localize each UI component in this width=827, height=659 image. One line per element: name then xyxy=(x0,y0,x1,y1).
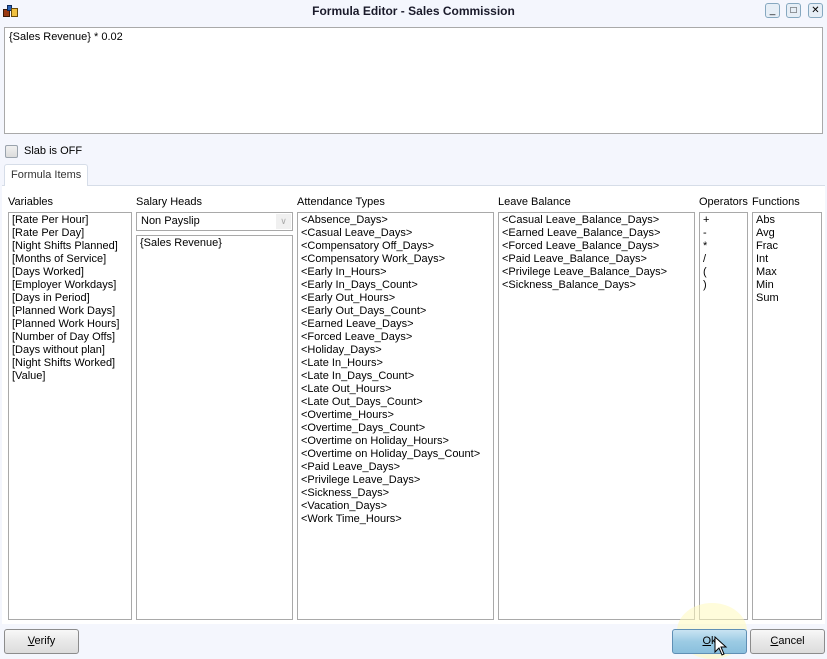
list-item[interactable]: <Paid Leave_Balance_Days> xyxy=(502,253,691,266)
tab-formula-items[interactable]: Formula Items xyxy=(4,164,89,186)
chevron-down-icon[interactable]: ∨ xyxy=(276,214,291,229)
functions-label: Functions xyxy=(752,196,800,208)
list-item[interactable]: / xyxy=(703,253,744,266)
title-bar: Formula Editor - Sales Commission _ □ ✕ xyxy=(0,0,827,22)
list-item[interactable]: [Days Worked] xyxy=(12,266,128,279)
list-item[interactable]: Avg xyxy=(756,227,818,240)
close-icon: ✕ xyxy=(811,5,820,16)
attendance-types-label: Attendance Types xyxy=(297,196,385,208)
salary-heads-filter-dropdown[interactable]: Non Payslip ∨ xyxy=(136,212,293,231)
list-item[interactable]: Abs xyxy=(756,214,818,227)
list-item[interactable]: [Months of Service] xyxy=(12,253,128,266)
list-item[interactable]: <Paid Leave_Days> xyxy=(301,461,490,474)
list-item[interactable]: <Late In_Days_Count> xyxy=(301,370,490,383)
list-item[interactable]: <Earned Leave_Balance_Days> xyxy=(502,227,691,240)
list-item[interactable]: Frac xyxy=(756,240,818,253)
salary-heads-filter-value: Non Payslip xyxy=(141,215,200,227)
list-item[interactable]: [Rate Per Day] xyxy=(12,227,128,240)
list-item[interactable]: <Earned Leave_Days> xyxy=(301,318,490,331)
list-item[interactable]: - xyxy=(703,227,744,240)
list-item[interactable]: <Casual Leave_Days> xyxy=(301,227,490,240)
list-item[interactable]: Min xyxy=(756,279,818,292)
list-item[interactable]: [Days in Period] xyxy=(12,292,128,305)
list-item[interactable]: <Forced Leave_Days> xyxy=(301,331,490,344)
list-item[interactable]: <Late In_Hours> xyxy=(301,357,490,370)
list-item[interactable]: <Early In_Days_Count> xyxy=(301,279,490,292)
salary-heads-label: Salary Heads xyxy=(136,196,203,208)
functions-list[interactable]: Abs Avg Frac Int Max Min Sum xyxy=(752,212,822,620)
maximize-icon: □ xyxy=(790,5,797,16)
list-item[interactable]: <Work Time_Hours> xyxy=(301,513,490,526)
list-item[interactable]: <Early In_Hours> xyxy=(301,266,490,279)
list-item[interactable]: [Night Shifts Planned] xyxy=(12,240,128,253)
maximize-button[interactable]: □ xyxy=(786,3,801,18)
list-item[interactable]: [Rate Per Hour] xyxy=(12,214,128,227)
list-item[interactable]: [Planned Work Hours] xyxy=(12,318,128,331)
list-item[interactable]: [Value] xyxy=(12,370,128,383)
operators-list[interactable]: + - * /() xyxy=(699,212,748,620)
ok-button[interactable]: Ok xyxy=(672,629,747,654)
leave-balance-label: Leave Balance xyxy=(498,196,571,208)
list-item[interactable]: <Late Out_Days_Count> xyxy=(301,396,490,409)
variables-label: Variables xyxy=(8,196,54,208)
list-item[interactable]: <Sickness_Balance_Days> xyxy=(502,279,691,292)
list-item[interactable]: ) xyxy=(703,279,744,292)
list-item[interactable]: <Early Out_Days_Count> xyxy=(301,305,490,318)
minimize-button[interactable]: _ xyxy=(765,3,780,18)
list-item[interactable]: <Sickness_Days> xyxy=(301,487,490,500)
list-item[interactable]: <Absence_Days> xyxy=(301,214,490,227)
list-item[interactable]: <Overtime_Days_Count> xyxy=(301,422,490,435)
list-item[interactable]: Sum xyxy=(756,292,818,305)
slab-checkbox[interactable] xyxy=(5,144,18,158)
cancel-button[interactable]: Cancel xyxy=(750,629,825,654)
list-item[interactable]: <Forced Leave_Balance_Days> xyxy=(502,240,691,253)
slab-label: Slab is OFF xyxy=(24,145,83,157)
list-item[interactable]: <Compensatory Off_Days> xyxy=(301,240,490,253)
list-item[interactable]: <Privilege Leave_Days> xyxy=(301,474,490,487)
list-item[interactable]: [Planned Work Days] xyxy=(12,305,128,318)
list-item[interactable]: <Overtime on Holiday_Days_Count> xyxy=(301,448,490,461)
list-item[interactable]: <Overtime on Holiday_Hours> xyxy=(301,435,490,448)
list-item[interactable]: [Number of Day Offs] xyxy=(12,331,128,344)
list-item[interactable]: [Night Shifts Worked] xyxy=(12,357,128,370)
list-item[interactable]: {Sales Revenue} xyxy=(140,237,289,250)
window-title: Formula Editor - Sales Commission xyxy=(312,4,515,18)
list-item[interactable]: <Holiday_Days> xyxy=(301,344,490,357)
list-item[interactable]: <Casual Leave_Balance_Days> xyxy=(502,214,691,227)
formula-textarea[interactable]: {Sales Revenue} * 0.02 xyxy=(4,27,823,134)
list-item[interactable]: + xyxy=(703,214,744,227)
verify-button[interactable]: Verify xyxy=(4,629,79,654)
list-item[interactable]: Int xyxy=(756,253,818,266)
list-item[interactable]: Max xyxy=(756,266,818,279)
mouse-cursor-icon xyxy=(714,636,728,656)
salary-heads-list[interactable]: {Sales Revenue} xyxy=(136,235,293,620)
minimize-icon: _ xyxy=(769,5,776,16)
list-item[interactable]: [Days without plan] xyxy=(12,344,128,357)
list-item[interactable]: <Late Out_Hours> xyxy=(301,383,490,396)
slab-toggle[interactable]: Slab is OFF xyxy=(5,143,82,159)
operators-label: Operators xyxy=(699,196,748,208)
list-item[interactable]: <Early Out_Hours> xyxy=(301,292,490,305)
list-item[interactable]: <Overtime_Hours> xyxy=(301,409,490,422)
list-item[interactable]: <Privilege Leave_Balance_Days> xyxy=(502,266,691,279)
list-item[interactable]: * xyxy=(703,240,744,253)
close-button[interactable]: ✕ xyxy=(808,3,823,18)
list-item[interactable]: <Compensatory Work_Days> xyxy=(301,253,490,266)
list-item[interactable]: <Vacation_Days> xyxy=(301,500,490,513)
list-item[interactable]: ( xyxy=(703,266,744,279)
attendance-types-list[interactable]: <Absence_Days> <Casual Leave_Days> <Compen… xyxy=(297,212,494,620)
variables-list[interactable]: [Rate Per Hour] [Rate Per Day] [Night Shif… xyxy=(8,212,132,620)
leave-balance-list[interactable]: <Casual Leave_Balance_Days> <Earned Leave… xyxy=(498,212,695,620)
list-item[interactable]: [Employer Workdays] xyxy=(12,279,128,292)
